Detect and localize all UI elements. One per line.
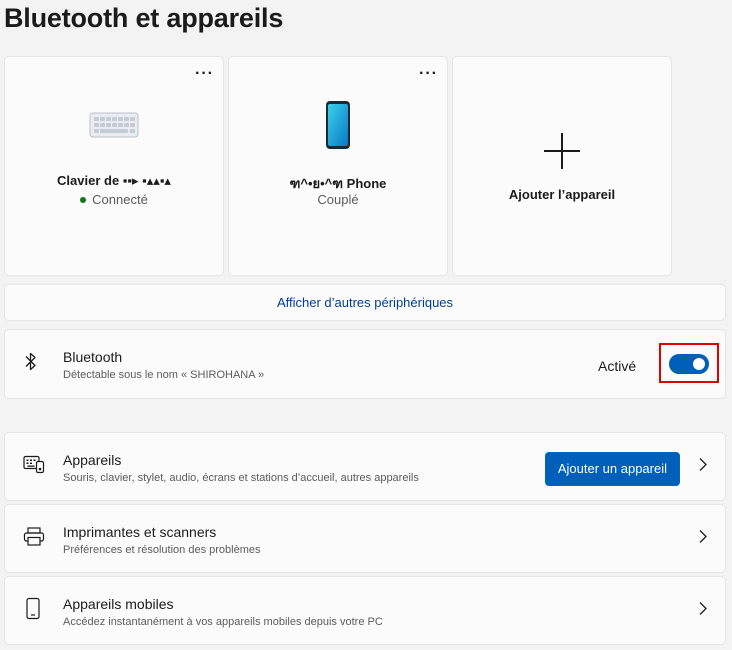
chevron-right-icon <box>699 601 707 620</box>
mobile-devices-title: Appareils mobiles <box>63 596 174 612</box>
more-options-button[interactable]: ··· <box>195 66 214 82</box>
page-title: Bluetooth et appareils <box>4 3 284 33</box>
device-status: Couplé <box>317 192 359 207</box>
plus-icon <box>543 132 581 175</box>
add-device-button[interactable]: Ajouter un appareil <box>544 452 680 486</box>
add-device-label: Ajouter l’appareil <box>508 187 616 202</box>
bluetooth-toggle[interactable] <box>669 354 709 374</box>
settings-row-mobile-devices[interactable]: Appareils mobiles Accédez instantanément… <box>4 576 726 645</box>
device-status-label: Connecté <box>92 192 148 207</box>
bluetooth-title: Bluetooth <box>63 349 123 365</box>
device-name: ฑ^•ย•^ฑ Phone <box>289 176 387 191</box>
keyboard-icon <box>89 112 139 143</box>
phone-icon <box>325 100 351 155</box>
more-options-button[interactable]: ··· <box>419 66 438 82</box>
bluetooth-toggle-highlight <box>659 343 719 383</box>
device-name: Clavier de ▪▪▸ ▪▴▴▪▴ <box>57 173 171 188</box>
connected-status-dot <box>80 196 87 203</box>
show-more-devices-row[interactable]: Afficher d’autres périphériques <box>4 284 726 321</box>
add-device-card[interactable]: Ajouter l’appareil <box>452 56 672 276</box>
bluetooth-state-label: Activé <box>598 358 637 374</box>
toggle-knob <box>693 358 705 370</box>
settings-row-devices[interactable]: Appareils Souris, clavier, stylet, audio… <box>4 432 726 501</box>
printers-subtitle: Préférences et résolution des problèmes <box>63 544 261 556</box>
mobile-device-icon <box>26 597 40 624</box>
device-status: Connecté <box>5 192 223 207</box>
settings-row-printers[interactable]: Imprimantes et scanners Préférences et r… <box>4 504 726 573</box>
devices-subtitle: Souris, clavier, stylet, audio, écrans e… <box>63 472 419 484</box>
device-card-keyboard[interactable]: ··· Clavier de ▪▪▸ ▪▴▴▪▴ Connecté <box>4 56 224 276</box>
bluetooth-subtitle: Détectable sous le nom « SHIROHANA » <box>63 369 265 381</box>
show-more-devices-link[interactable]: Afficher d’autres périphériques <box>277 295 453 310</box>
devices-title: Appareils <box>63 452 122 468</box>
chevron-right-icon <box>699 457 707 476</box>
mobile-devices-subtitle: Accédez instantanément à vos appareils m… <box>63 616 383 628</box>
device-card-phone[interactable]: ··· ฑ^•ย•^ฑ Phone Couplé <box>228 56 448 276</box>
printers-title: Imprimantes et scanners <box>63 524 217 540</box>
chevron-right-icon <box>699 529 707 548</box>
devices-icon <box>23 454 45 479</box>
bluetooth-icon <box>23 352 39 377</box>
printer-icon <box>23 526 45 551</box>
